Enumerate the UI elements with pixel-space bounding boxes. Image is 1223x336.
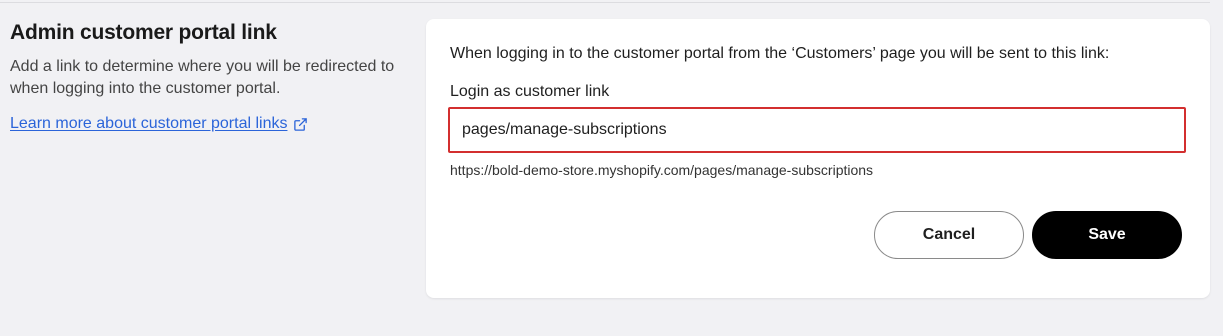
section-description: Add a link to determine where you will b… [10,58,395,97]
external-link-icon [294,117,308,131]
save-button[interactable]: Save [1032,211,1182,259]
portal-link-card: When logging in to the customer portal f… [426,19,1210,298]
top-divider [0,2,1210,3]
section-title: Admin customer portal link [10,21,277,44]
login-link-label: Login as customer link [450,83,610,100]
card-description: When logging in to the customer portal f… [450,45,1110,62]
learn-more-link-label: Learn more about customer portal links [10,115,288,132]
section-info: Admin customer portal link Add a link to… [10,20,410,133]
resolved-url-text: https://bold-demo-store.myshopify.com/pa… [450,162,874,178]
cancel-button[interactable]: Cancel [874,211,1024,259]
login-link-input[interactable] [448,107,1186,153]
page: Admin customer portal link Add a link to… [0,0,1223,336]
learn-more-link[interactable]: Learn more about customer portal links [10,115,308,133]
